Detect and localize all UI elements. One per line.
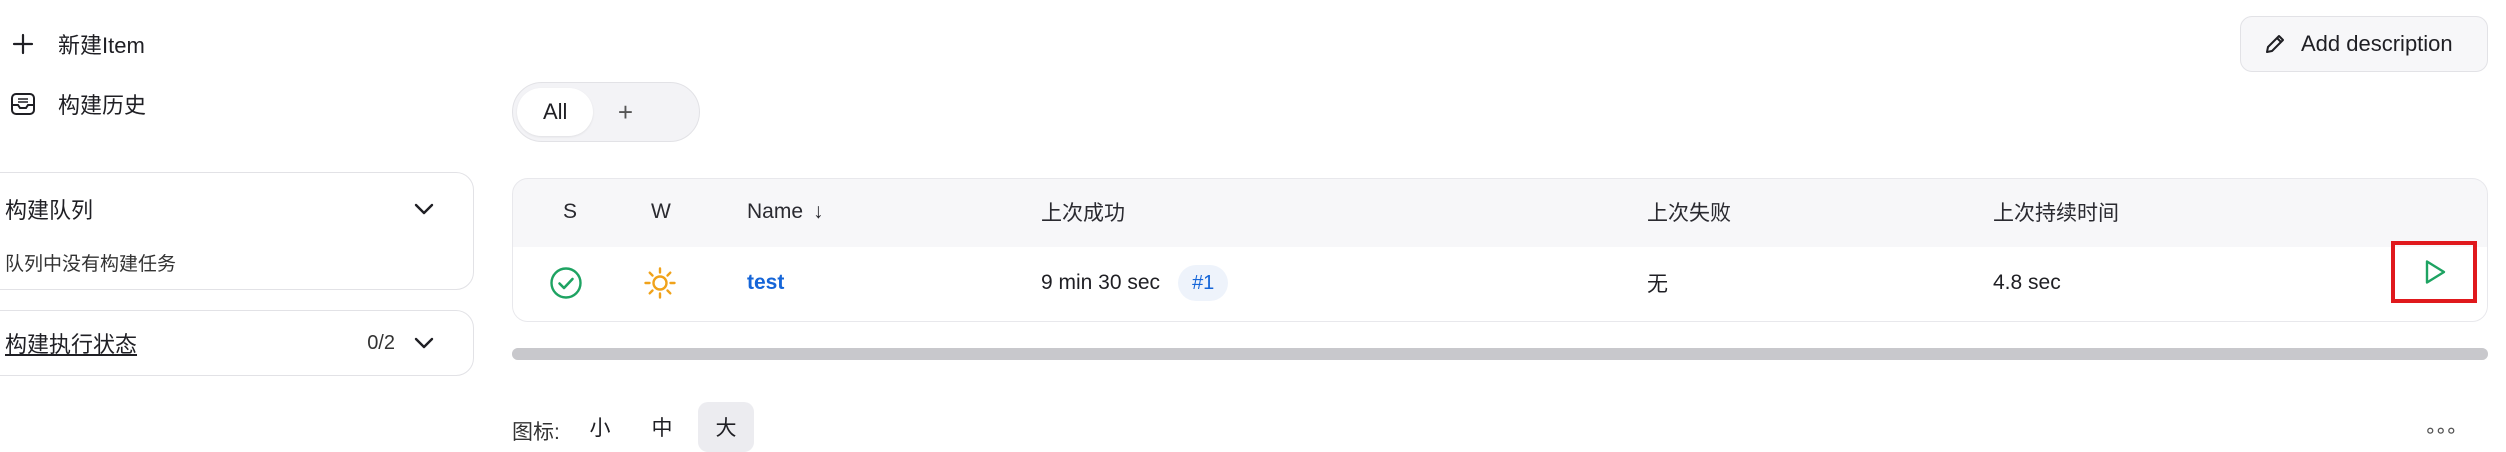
new-item-label: 新建Item — [58, 33, 145, 58]
column-header-last-failure[interactable]: 上次失败 — [1647, 179, 1731, 245]
last-failure-cell: 无 — [1647, 247, 1668, 319]
executor-status-panel: 构建执行状态 0/2 — [0, 310, 474, 376]
sort-arrow-icon: ↓ — [813, 200, 824, 223]
play-icon — [2419, 257, 2449, 287]
plus-icon: + — [617, 96, 634, 127]
build-queue-empty-text: 队列中没有构建任务 — [5, 254, 177, 275]
table-row: test 9 min 30 sec #1 无 4.8 sec — [513, 241, 2487, 321]
icon-size-medium[interactable]: 中 — [640, 402, 684, 452]
more-dots-icon: ∘∘∘ — [2424, 420, 2458, 442]
sunny-icon — [643, 266, 677, 300]
new-item-task[interactable]: 新建Item — [8, 16, 145, 72]
last-duration-cell: 4.8 sec — [1993, 247, 2061, 319]
build-queue-panel: 构建队列 队列中没有构建任务 — [0, 172, 474, 290]
scrollbar-thumb[interactable] — [512, 348, 2488, 360]
add-description-button[interactable]: Add description — [2240, 16, 2488, 72]
last-success-time: 9 min 30 sec — [1041, 271, 1161, 294]
column-header-name[interactable]: Name ↓ — [747, 179, 824, 245]
last-success-cell: 9 min 30 sec #1 — [1041, 247, 1229, 319]
more-options-button[interactable]: ∘∘∘ — [2424, 418, 2458, 443]
executor-count: 0/2 — [367, 331, 395, 354]
table-scrollbar[interactable] — [512, 348, 2488, 360]
jobs-table: S W Name ↓ 上次成功 上次失败 上次持续时间 test 9 min 3… — [512, 178, 2488, 322]
pencil-icon — [2263, 32, 2287, 56]
tab-all-label: All — [543, 99, 568, 124]
build-number-badge[interactable]: #1 — [1178, 265, 1229, 301]
add-view-button[interactable]: + — [593, 88, 657, 136]
column-header-status[interactable]: S — [563, 179, 577, 245]
column-header-last-success[interactable]: 上次成功 — [1041, 179, 1125, 245]
last-duration-value: 4.8 sec — [1993, 271, 2061, 294]
chevron-down-icon[interactable] — [411, 196, 437, 222]
inbox-history-icon — [8, 89, 38, 119]
build-queue-title: 构建队列 — [5, 198, 94, 223]
column-header-last-duration[interactable]: 上次持续时间 — [1993, 179, 2119, 245]
table-header-row: S W Name ↓ 上次成功 上次失败 上次持续时间 — [513, 179, 2487, 245]
column-header-weather[interactable]: W — [651, 179, 671, 245]
build-history-task[interactable]: 构建历史 — [8, 76, 146, 132]
success-check-icon — [549, 266, 583, 300]
icon-size-large[interactable]: 大 — [698, 402, 754, 452]
last-failure-value: 无 — [1647, 273, 1668, 296]
view-tabs: All + — [512, 82, 700, 142]
plus-icon — [8, 29, 38, 59]
icon-size-label: 图标: — [512, 421, 560, 444]
chevron-down-icon[interactable] — [411, 330, 437, 356]
status-cell — [549, 247, 583, 319]
job-name-link[interactable]: test — [747, 271, 784, 295]
job-name-cell: test — [747, 247, 784, 319]
weather-cell — [643, 247, 677, 319]
add-description-label: Add description — [2301, 31, 2453, 56]
build-history-label: 构建历史 — [58, 93, 147, 118]
icon-size-small[interactable]: 小 — [578, 402, 622, 452]
tab-all[interactable]: All — [517, 88, 594, 136]
executor-status-link[interactable]: 构建执行状态 — [5, 327, 137, 359]
schedule-build-button[interactable] — [2391, 241, 2477, 303]
